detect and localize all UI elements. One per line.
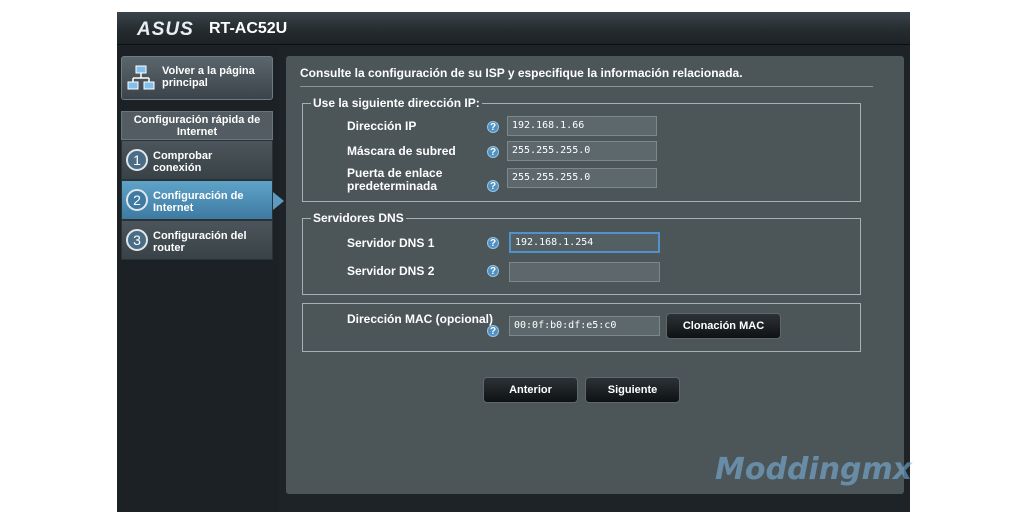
step-check-connection[interactable]: 1 Comprobar conexión [121, 140, 273, 180]
gateway-label: Puerta de enlace predeterminada [347, 166, 443, 193]
step-internet-settings[interactable]: 2 Configuración de Internet [121, 180, 273, 220]
help-icon[interactable]: ? [487, 146, 499, 158]
help-icon[interactable]: ? [487, 121, 499, 133]
home-label: Volver a la página principal [162, 65, 255, 89]
watermark-logo: Moddingmx [715, 452, 913, 487]
help-icon[interactable]: ? [487, 237, 499, 249]
subnet-mask-input[interactable]: 255.255.255.0 [507, 141, 657, 161]
mac-address-input[interactable]: 00:0f:b0:df:e5:c0 [509, 316, 660, 336]
home-button[interactable]: Volver a la página principal [121, 56, 273, 100]
dns-section: Servidores DNS [302, 211, 861, 295]
divider [300, 86, 873, 87]
help-icon[interactable]: ? [487, 180, 499, 192]
ip-address-input[interactable]: 192.168.1.66 [507, 116, 657, 136]
mac-address-label: Dirección MAC (opcional) [347, 312, 494, 326]
gateway-input[interactable]: 255.255.255.0 [507, 168, 657, 188]
step-router-settings[interactable]: 3 Configuración del router [121, 220, 273, 260]
help-icon[interactable]: ? [487, 265, 499, 277]
ip-address-label: Dirección IP [347, 119, 417, 133]
next-button[interactable]: Siguiente [585, 377, 680, 403]
dns1-input[interactable]: 192.168.1.254 [509, 232, 660, 253]
dns-section-legend: Servidores DNS [313, 211, 404, 225]
ip-section-legend: Use la siguiente dirección IP: [313, 96, 480, 110]
network-icon [127, 65, 155, 90]
asus-logo: ASUS [137, 19, 194, 40]
step-label: Configuración de Internet [153, 190, 244, 214]
dns2-label: Servidor DNS 2 [347, 264, 435, 278]
subnet-mask-label: Máscara de subred [347, 144, 456, 158]
step-label: Configuración del router [153, 230, 247, 254]
step-number: 3 [126, 229, 148, 251]
dns1-label: Servidor DNS 1 [347, 236, 435, 250]
help-icon[interactable]: ? [487, 325, 499, 337]
wizard-title: Configuración rápida de Internet [121, 111, 273, 140]
step-number: 1 [126, 149, 148, 171]
previous-button[interactable]: Anterior [483, 377, 578, 403]
model-name: RT-AC52U [209, 20, 288, 37]
step-number: 2 [126, 189, 148, 211]
intro-text: Consulte la configuración de su ISP y es… [300, 66, 743, 80]
mac-clone-button[interactable]: Clonación MAC [666, 313, 781, 339]
active-step-pointer [273, 192, 284, 210]
step-label: Comprobar conexión [153, 150, 213, 174]
dns2-input[interactable] [509, 262, 660, 282]
